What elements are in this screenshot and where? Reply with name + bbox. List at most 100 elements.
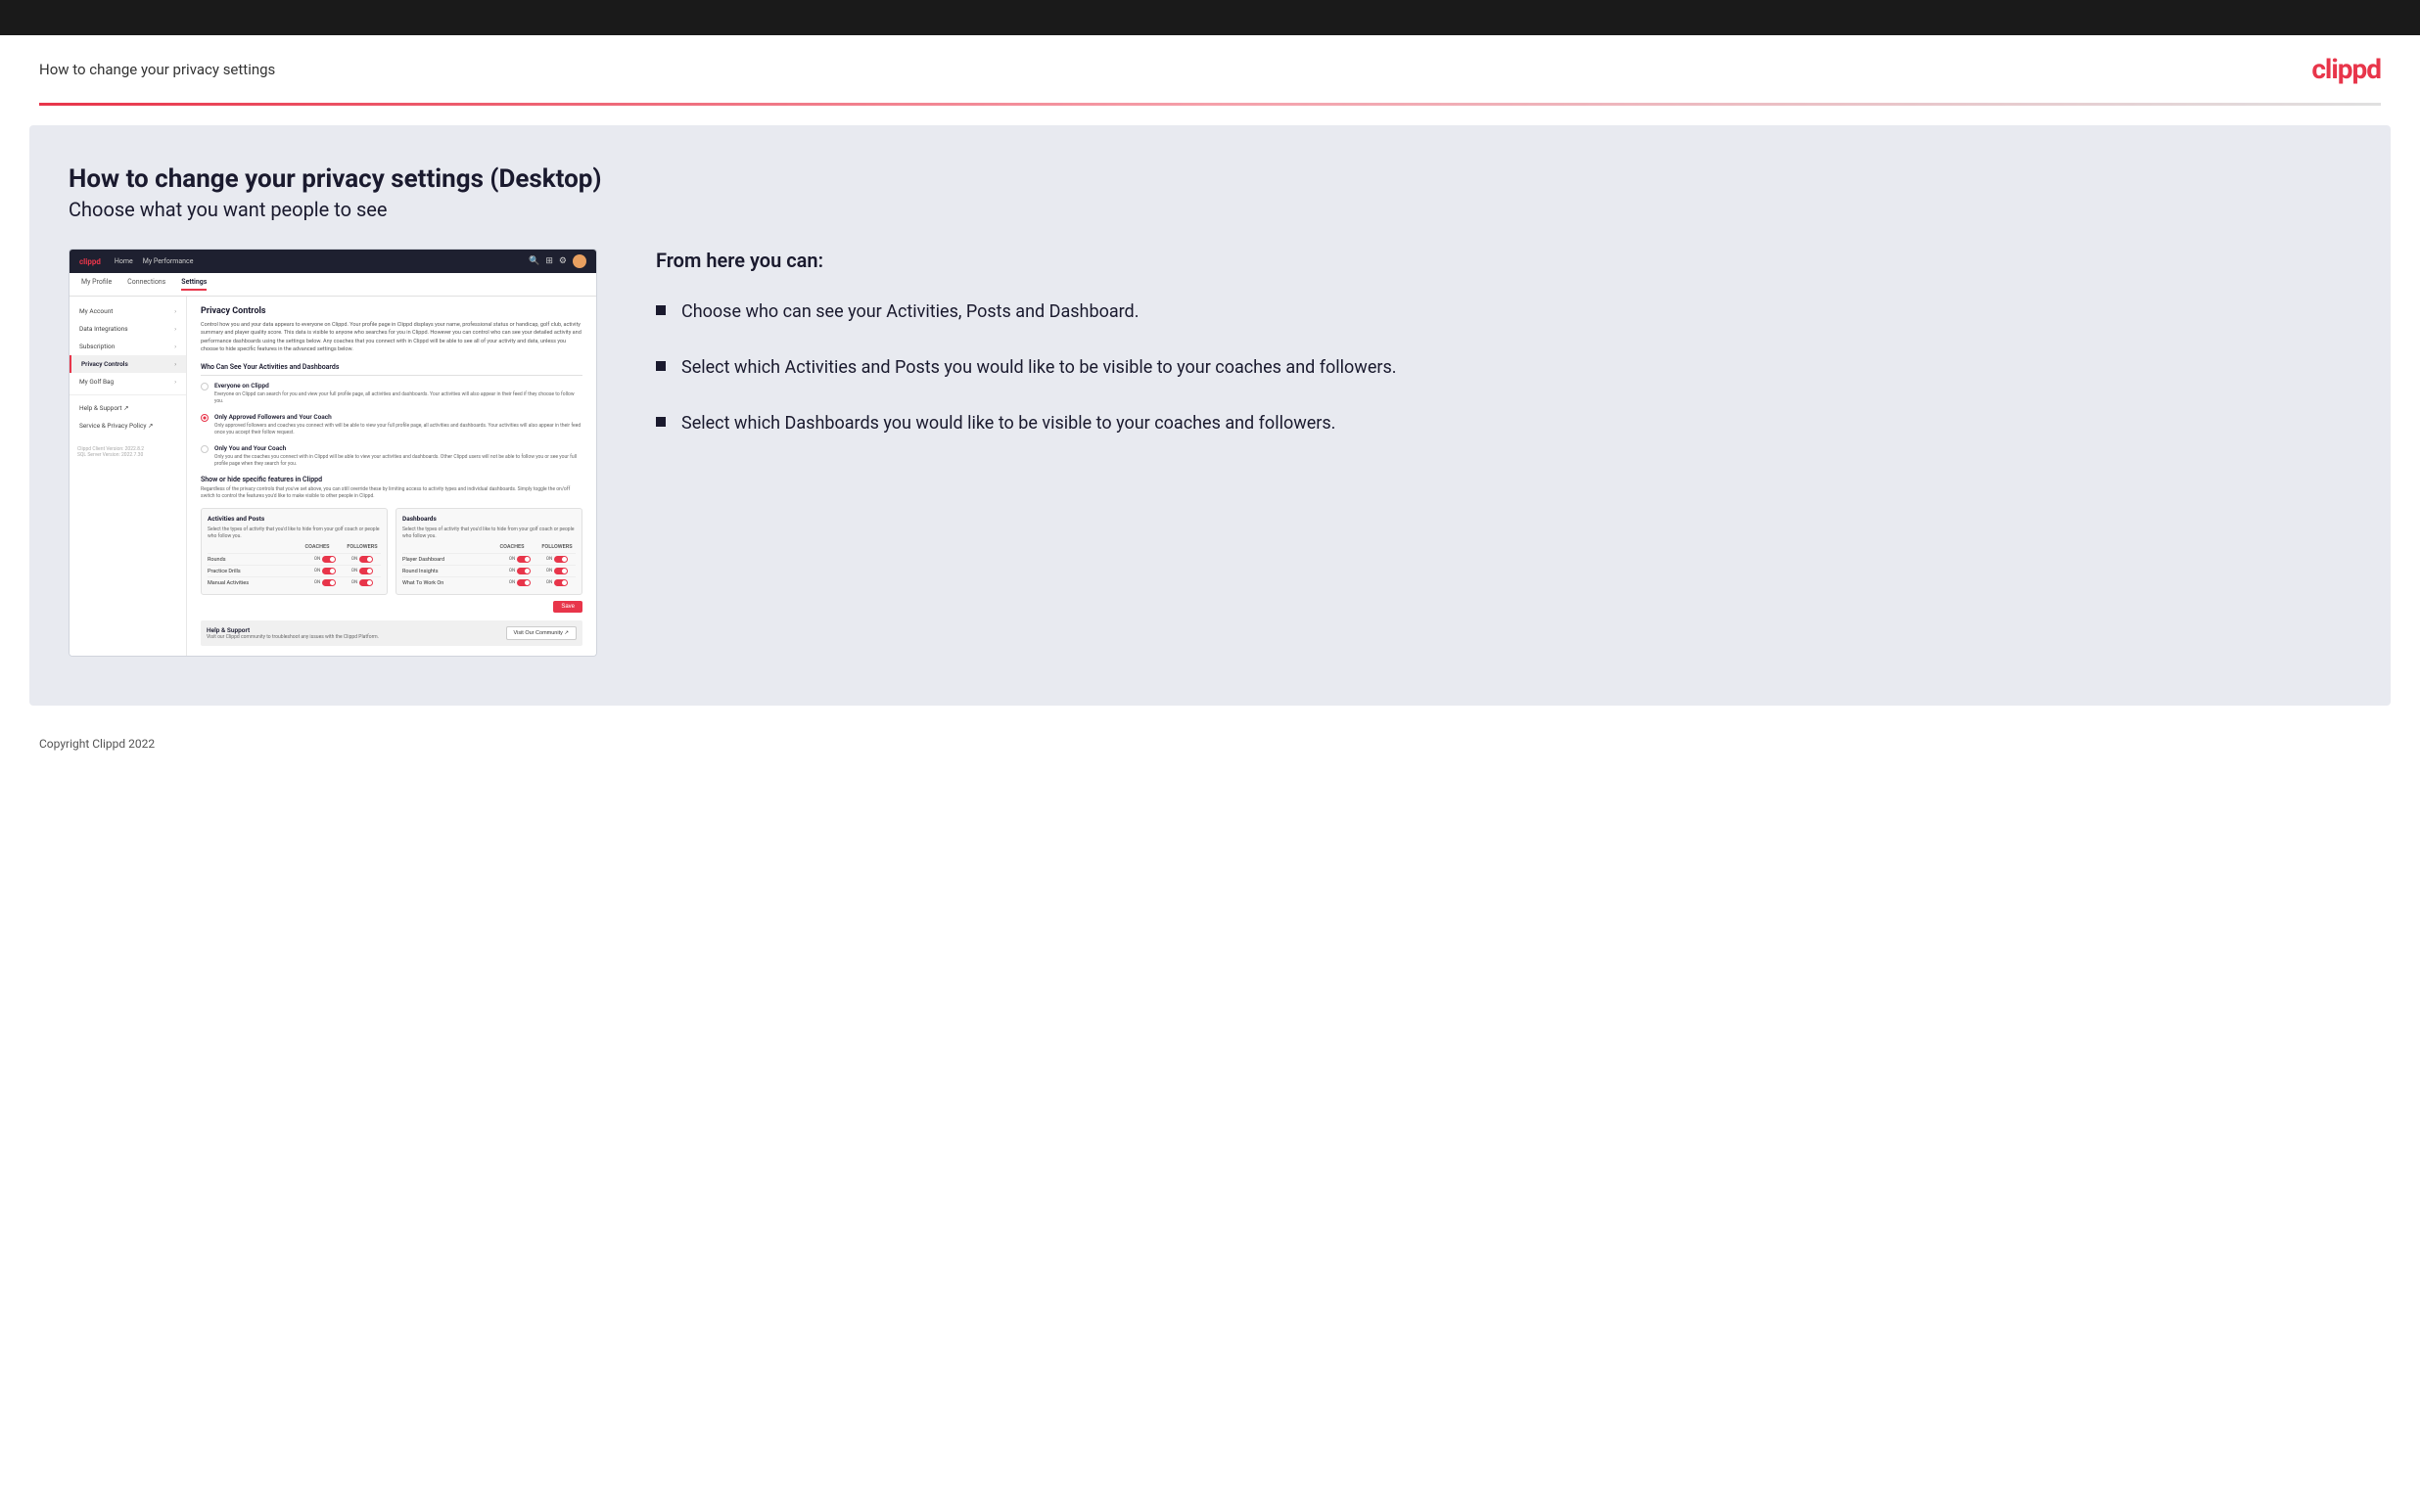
- dashboards-section: Dashboards Select the types of activity …: [396, 508, 582, 595]
- work-on-followers-cell[interactable]: ON: [538, 579, 576, 586]
- work-on-coaches-cell[interactable]: ON: [501, 579, 538, 586]
- sidebar-divider: [70, 394, 186, 395]
- round-insights-coaches-cell[interactable]: ON: [501, 568, 538, 574]
- sidebar-item-privacy[interactable]: Privacy Controls ›: [70, 355, 186, 373]
- show-hide-title: Show or hide specific features in Clippd: [201, 476, 582, 483]
- rounds-coaches-cell[interactable]: ON: [306, 556, 344, 563]
- col-followers: FOLLOWERS: [344, 544, 381, 550]
- practice-followers-toggle[interactable]: [359, 568, 373, 574]
- app-nav-icons: 🔍 ⊞ ⚙: [529, 254, 586, 268]
- work-on-followers-toggle[interactable]: [554, 579, 568, 586]
- player-dash-followers-toggle[interactable]: [554, 556, 568, 563]
- panel-title: Privacy Controls: [201, 306, 582, 316]
- visit-community-button[interactable]: Visit Our Community ↗: [506, 626, 577, 640]
- practice-label: Practice Drills: [208, 569, 306, 574]
- dash-col-followers: FOLLOWERS: [538, 544, 576, 550]
- header: How to change your privacy settings clip…: [0, 35, 2420, 103]
- radio-circle-everyone: [201, 383, 209, 390]
- manual-followers-cell[interactable]: ON: [344, 579, 381, 586]
- bullet-square-3: [656, 417, 666, 427]
- app-nav-logo: clippd: [79, 257, 101, 266]
- bullet-square-1: [656, 305, 666, 315]
- player-dash-label: Player Dashboard: [402, 557, 501, 563]
- radio-followers[interactable]: Only Approved Followers and Your Coach O…: [201, 413, 582, 436]
- dashboards-title: Dashboards: [402, 515, 576, 523]
- sidebar-item-data-integrations[interactable]: Data Integrations ›: [70, 320, 186, 338]
- app-subnav: My Profile Connections Settings: [70, 273, 596, 297]
- activities-desc: Select the types of activity that you'd …: [208, 527, 381, 540]
- practice-coaches-toggle[interactable]: [322, 568, 336, 574]
- right-panel: From here you can: Choose who can see yo…: [656, 249, 2351, 468]
- bullet-item-1: Choose who can see your Activities, Post…: [656, 299, 2351, 324]
- work-on-coaches-toggle[interactable]: [517, 579, 531, 586]
- radio-everyone[interactable]: Everyone on Clippd Everyone on Clippd ca…: [201, 382, 582, 405]
- app-sidebar: My Account › Data Integrations › Subscri…: [70, 297, 187, 656]
- sidebar-item-subscription[interactable]: Subscription ›: [70, 338, 186, 355]
- radio-label-followers: Only Approved Followers and Your Coach: [214, 413, 582, 421]
- player-dash-coaches-toggle[interactable]: [517, 556, 531, 563]
- toggle-row-player-dash: Player Dashboard ON ON: [402, 553, 576, 565]
- subnav-settings: Settings: [181, 278, 207, 291]
- app-body: My Account › Data Integrations › Subscri…: [70, 297, 596, 656]
- content-row: clippd Home My Performance 🔍 ⊞ ⚙ My Prof…: [69, 249, 2351, 657]
- dashboards-desc: Select the types of activity that you'd …: [402, 527, 576, 540]
- activities-section: Activities and Posts Select the types of…: [201, 508, 388, 595]
- sidebar-item-golf-bag[interactable]: My Golf Bag ›: [70, 373, 186, 390]
- bullet-text-1: Choose who can see your Activities, Post…: [681, 299, 1139, 324]
- page-subheading: Choose what you want people to see: [69, 198, 2351, 221]
- manual-followers-toggle[interactable]: [359, 579, 373, 586]
- help-section: Help & Support Visit our Clippd communit…: [201, 620, 582, 646]
- activities-header-row: COACHES FOLLOWERS: [208, 544, 381, 550]
- sidebar-item-account[interactable]: My Account ›: [70, 302, 186, 320]
- dashboards-header-row: COACHES FOLLOWERS: [402, 544, 576, 550]
- help-desc: Visit our Clippd community to troublesho…: [207, 634, 379, 640]
- player-dash-followers-cell[interactable]: ON: [538, 556, 576, 563]
- round-insights-followers-toggle[interactable]: [554, 568, 568, 574]
- bullet-item-2: Select which Activities and Posts you wo…: [656, 355, 2351, 380]
- search-icon: 🔍: [529, 256, 539, 266]
- round-insights-followers-cell[interactable]: ON: [538, 568, 576, 574]
- copyright-text: Copyright Clippd 2022: [39, 737, 155, 751]
- manual-coaches-toggle[interactable]: [322, 579, 336, 586]
- manual-label: Manual Activities: [208, 580, 306, 586]
- main-content: How to change your privacy settings (Des…: [29, 125, 2391, 706]
- activities-title: Activities and Posts: [208, 515, 381, 523]
- round-insights-coaches-toggle[interactable]: [517, 568, 531, 574]
- rounds-coaches-toggle[interactable]: [322, 556, 336, 563]
- panel-description: Control how you and your data appears to…: [201, 321, 582, 353]
- page-heading: How to change your privacy settings (Des…: [69, 164, 2351, 194]
- rounds-followers-toggle[interactable]: [359, 556, 373, 563]
- radio-label-everyone: Everyone on Clippd: [214, 382, 582, 389]
- radio-desc-coach: Only you and the coaches you connect wit…: [214, 454, 582, 468]
- toggle-row-round-insights: Round Insights ON ON: [402, 565, 576, 576]
- toggle-row-practice: Practice Drills ON ON: [208, 565, 381, 576]
- app-mockup: clippd Home My Performance 🔍 ⊞ ⚙ My Prof…: [69, 249, 597, 657]
- grid-icon: ⊞: [545, 256, 553, 266]
- bullet-square-2: [656, 361, 666, 371]
- bullet-text-2: Select which Activities and Posts you wo…: [681, 355, 1397, 380]
- app-nav-home: Home: [115, 257, 133, 265]
- screenshot-container: clippd Home My Performance 🔍 ⊞ ⚙ My Prof…: [69, 249, 597, 657]
- manual-coaches-cell[interactable]: ON: [306, 579, 344, 586]
- toggle-row-manual: Manual Activities ON ON: [208, 576, 381, 588]
- toggle-row-rounds: Rounds ON ON: [208, 553, 381, 565]
- sidebar-item-service[interactable]: Service & Privacy Policy ↗: [70, 417, 186, 435]
- radio-coach-only[interactable]: Only You and Your Coach Only you and the…: [201, 444, 582, 468]
- logo: clippd: [2311, 53, 2381, 85]
- save-button[interactable]: Save: [553, 601, 582, 613]
- player-dash-coaches-cell[interactable]: ON: [501, 556, 538, 563]
- show-hide-desc: Regardless of the privacy controls that …: [201, 486, 582, 500]
- chevron-icon-golfbag: ›: [174, 379, 176, 386]
- bullet-list: Choose who can see your Activities, Post…: [656, 299, 2351, 436]
- chevron-icon-subscription: ›: [174, 344, 176, 350]
- radio-desc-followers: Only approved followers and coaches you …: [214, 423, 582, 436]
- rounds-followers-cell[interactable]: ON: [344, 556, 381, 563]
- sidebar-item-help[interactable]: Help & Support ↗: [70, 399, 186, 417]
- settings-icon: ⚙: [559, 256, 567, 266]
- toggle-row-work-on: What To Work On ON ON: [402, 576, 576, 588]
- dash-col-coaches: COACHES: [493, 544, 531, 550]
- bullet-text-3: Select which Dashboards you would like t…: [681, 411, 1335, 435]
- practice-coaches-cell[interactable]: ON: [306, 568, 344, 574]
- radio-desc-everyone: Everyone on Clippd can search for you an…: [214, 391, 582, 405]
- practice-followers-cell[interactable]: ON: [344, 568, 381, 574]
